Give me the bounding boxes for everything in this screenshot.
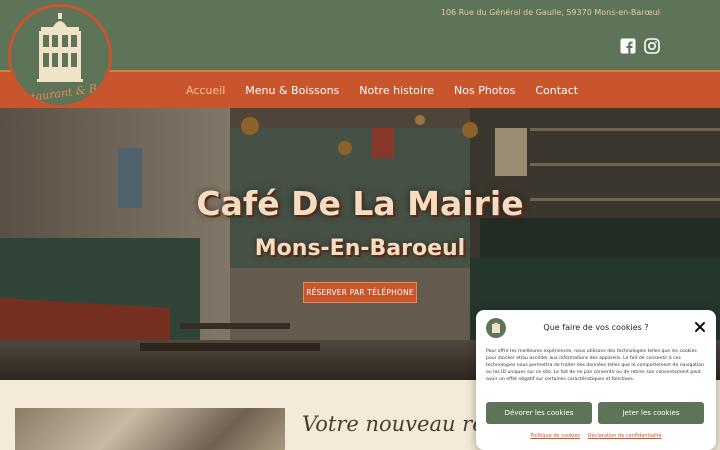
cookie-text: Pour offrir les meilleures expériences, …	[486, 349, 704, 382]
close-icon[interactable]	[694, 321, 706, 333]
accept-cookies-button[interactable]: Dévorer les cookies	[486, 402, 592, 424]
cookie-dialog: Que faire de vos cookies ? Pour offrir l…	[476, 310, 716, 450]
reserve-phone-button[interactable]: RÉSERVER PAR TÉLÉPHONE	[303, 282, 417, 303]
site-logo[interactable]: Restaurant & Bar	[8, 4, 112, 108]
social-links	[620, 38, 660, 54]
facebook-icon[interactable]	[620, 38, 636, 54]
instagram-icon[interactable]	[644, 38, 660, 54]
food-image	[15, 408, 285, 450]
nav-item-histoire[interactable]: Notre histoire	[359, 84, 434, 97]
nav-item-contact[interactable]: Contact	[535, 84, 578, 97]
nav-items: Accueil Menu & Boissons Notre histoire N…	[186, 72, 578, 108]
cookie-links: Politique de cookies Déclaration de conf…	[476, 433, 716, 439]
nav-item-menu[interactable]: Menu & Boissons	[245, 84, 339, 97]
deny-cookies-button[interactable]: Jeter les cookies	[598, 402, 704, 424]
cookie-title: Que faire de vos cookies ?	[543, 323, 649, 332]
building-logo-icon: Restaurant & Bar	[11, 13, 109, 105]
cookie-policy-link[interactable]: Politique de cookies	[530, 433, 580, 439]
nav-item-photos[interactable]: Nos Photos	[454, 84, 515, 97]
hero-subtitle: Mons-En-Baroeul	[254, 236, 466, 261]
address-text: 106 Rue du Général de Gaulle, 59370 Mons…	[440, 8, 660, 17]
privacy-statement-link[interactable]: Déclaration de confidentialité	[588, 433, 662, 439]
hero-title: Café De La Mairie	[196, 184, 524, 223]
nav-item-accueil[interactable]: Accueil	[186, 84, 225, 97]
